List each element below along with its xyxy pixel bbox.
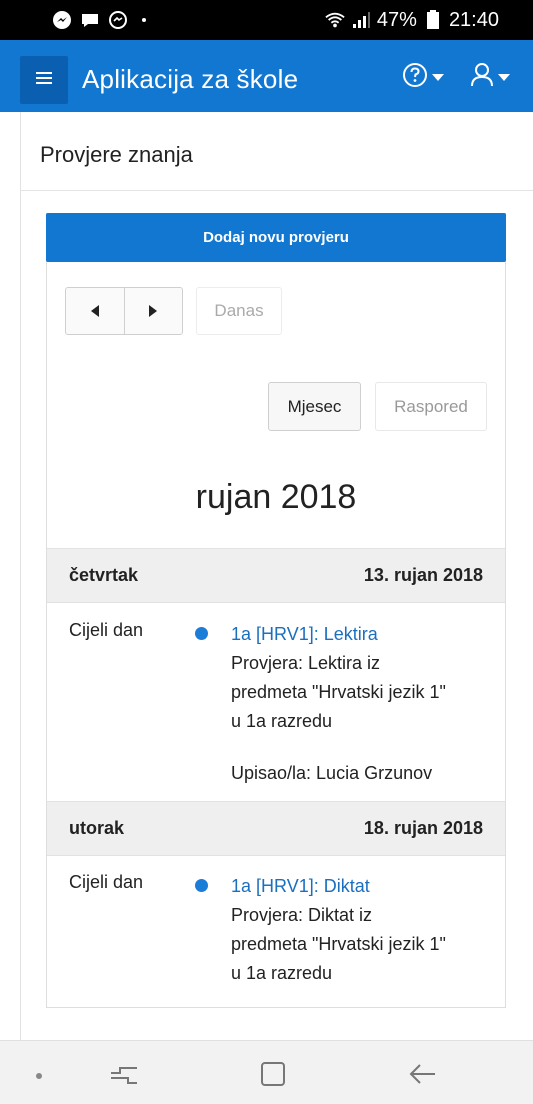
back-icon[interactable]: [408, 1060, 438, 1093]
event-title-link[interactable]: 1a [HRV1]: Lektira: [231, 620, 491, 649]
event-description-line: Provjera: Diktat iz: [231, 905, 373, 925]
battery-percent: 47%: [376, 8, 417, 31]
recent-apps-icon[interactable]: [108, 1060, 140, 1093]
status-bar: 47% 21:40: [0, 0, 533, 40]
add-assessment-button[interactable]: Dodaj novu provjeru: [46, 213, 506, 262]
event-body: 1a [HRV1]: Diktat Provjera: Diktat iz pr…: [231, 872, 491, 988]
event-author: Upisao/la: Lucia Grzunov: [231, 763, 433, 783]
event-dot-icon: [195, 627, 208, 640]
user-icon: [470, 62, 494, 93]
nav-dot-icon[interactable]: [36, 1073, 42, 1079]
month-title: rujan 2018: [195, 478, 357, 516]
chevron-down-icon: [498, 74, 510, 81]
event-description-line: predmeta "Hrvatski jezik 1": [231, 682, 446, 702]
battery-icon: [423, 10, 443, 30]
more-notifications-dot-icon: [142, 18, 146, 22]
event-title-link[interactable]: 1a [HRV1]: Diktat: [231, 872, 491, 901]
day-header: četvrtak 13. rujan 2018: [47, 548, 505, 603]
home-icon[interactable]: [259, 1060, 287, 1093]
day-weekday: četvrtak: [69, 565, 139, 585]
system-indicators: 47% 21:40: [325, 9, 499, 32]
signal-icon: [351, 10, 371, 30]
event-description-line: predmeta "Hrvatski jezik 1": [231, 934, 446, 954]
schedule-view-button[interactable]: Raspored: [375, 382, 487, 431]
day-date: 13. rujan 2018: [363, 565, 483, 585]
help-menu-button[interactable]: [402, 62, 444, 93]
event-dot-icon: [195, 879, 208, 892]
event-body: 1a [HRV1]: Lektira Provjera: Lektira iz …: [231, 620, 491, 788]
today-button[interactable]: Danas: [196, 287, 282, 335]
wifi-icon: [325, 10, 345, 30]
month-view-button[interactable]: Mjesec: [268, 382, 361, 431]
day-weekday: utorak: [69, 818, 125, 838]
messenger-outline-icon: [108, 10, 128, 30]
notification-icons: [52, 10, 146, 30]
clock: 21:40: [448, 8, 499, 31]
event-time: Cijeli dan: [69, 872, 144, 892]
event-description-line: u 1a razredu: [231, 963, 333, 983]
event-item: Cijeli dan 1a [HRV1]: Diktat Provjera: D…: [47, 872, 505, 992]
caret-left-icon: [90, 305, 99, 317]
day-date: 18. rujan 2018: [363, 818, 483, 838]
app-title: Aplikacija za škole: [82, 64, 299, 94]
chevron-down-icon: [432, 74, 444, 81]
question-circle-icon: [402, 62, 428, 93]
messenger-icon: [52, 10, 72, 30]
calendar-nav-group: [65, 287, 183, 335]
prev-button[interactable]: [66, 288, 124, 334]
menu-button[interactable]: [20, 56, 68, 104]
user-menu-button[interactable]: [470, 62, 510, 93]
event-description-line: Provjera: Lektira iz: [231, 653, 381, 673]
caret-right-icon: [149, 305, 158, 317]
event-time: Cijeli dan: [69, 620, 144, 640]
day-header: utorak 18. rujan 2018: [47, 801, 505, 856]
event-description-line: u 1a razredu: [231, 711, 333, 731]
next-button[interactable]: [123, 288, 183, 334]
event-item: Cijeli dan 1a [HRV1]: Lektira Provjera: …: [47, 620, 505, 800]
page-title: Provjere znanja: [40, 142, 193, 167]
divider: [21, 190, 533, 191]
hamburger-menu-icon: [36, 71, 52, 90]
chat-icon: [80, 10, 100, 30]
